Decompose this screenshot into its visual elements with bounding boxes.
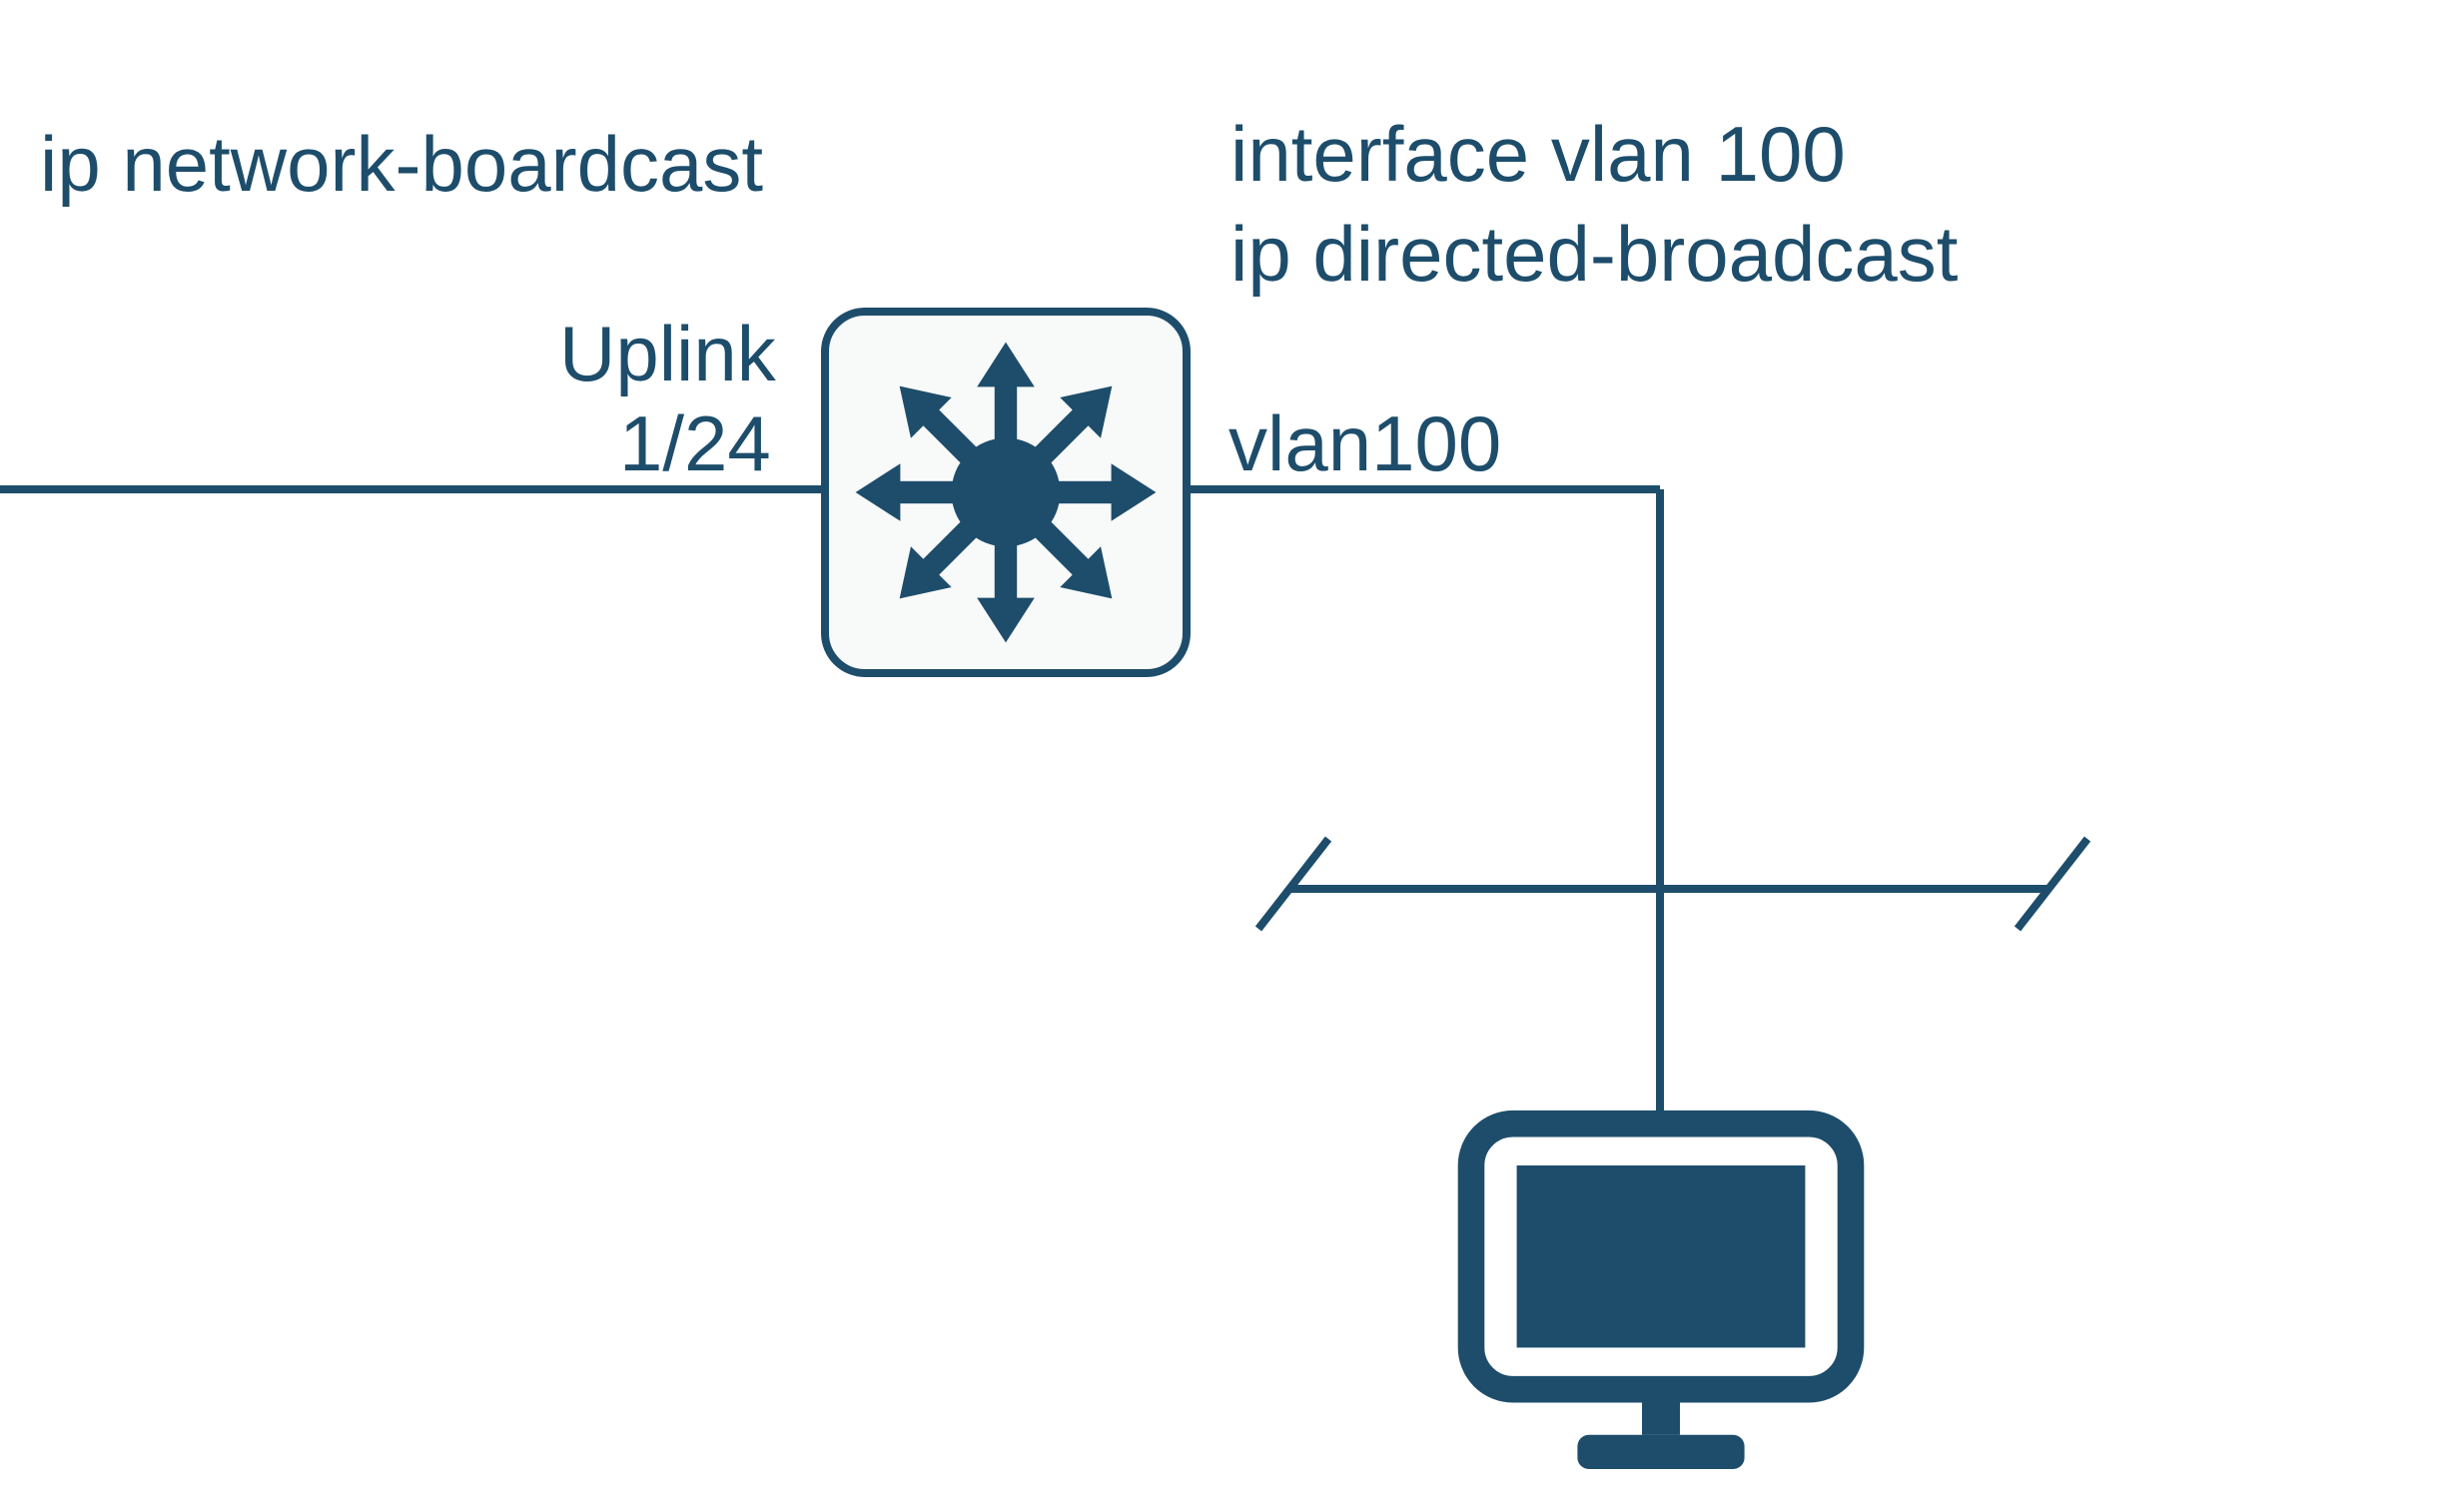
l3-switch: [821, 308, 1191, 677]
uplink-label: Uplink: [559, 310, 776, 399]
wires-layer: [0, 0, 2449, 1512]
switch-arrows-icon: [846, 333, 1166, 652]
uplink-port-label: 1/24: [619, 399, 771, 489]
left-command-label: ip network-boardcast: [40, 120, 763, 210]
right-command-line2: ip directed-broadcast: [1230, 210, 1958, 300]
vlan-label: vlan100: [1228, 399, 1501, 489]
diagram-canvas: ip network-boardcast interface vlan 100 …: [0, 0, 2449, 1512]
bus-end-left: [1258, 839, 1328, 929]
right-command-line1: interface vlan 100: [1230, 110, 1846, 200]
workstation-icon: [1446, 1109, 1876, 1488]
bus-end-right: [2018, 839, 2087, 929]
